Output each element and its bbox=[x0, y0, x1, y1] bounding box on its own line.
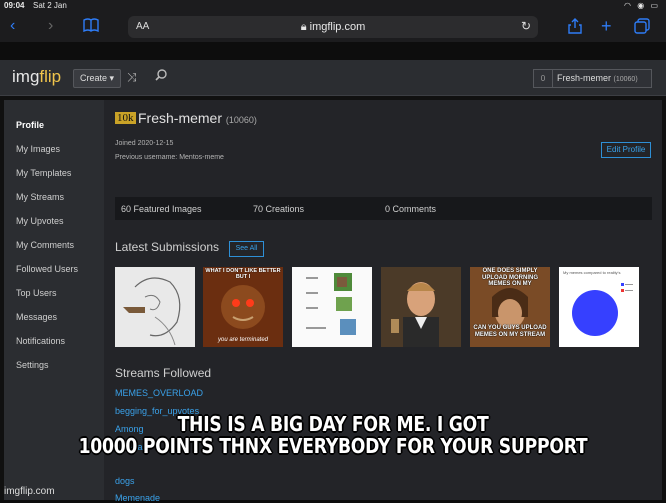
header-user-points: (10060) bbox=[613, 76, 638, 83]
profile-username: Fresh-memer (10060) bbox=[138, 110, 257, 126]
sidebar-item-my-upvotes[interactable]: My Upvotes bbox=[16, 216, 64, 226]
url-value: imgflip.com bbox=[309, 21, 366, 33]
bookmarks-icon[interactable] bbox=[83, 18, 99, 36]
meme-caption-line-2: 10000 POINTS THNX EVERYBODY FOR YOUR SUP… bbox=[78, 434, 588, 458]
header-username: Fresh-memer bbox=[557, 73, 612, 83]
user-menu-name: Fresh-memer (10060) bbox=[557, 73, 638, 83]
status-time: 09:04 bbox=[4, 1, 25, 10]
address-bar[interactable]: AA 🔒︎ imgflip.com ↻ bbox=[128, 16, 538, 38]
stream-link[interactable]: MEMES_OVERLOAD bbox=[115, 388, 203, 398]
share-icon[interactable] bbox=[568, 18, 582, 38]
sidebar-item-my-comments[interactable]: My Comments bbox=[16, 240, 74, 250]
comments-count[interactable]: 0 Comments bbox=[385, 204, 436, 214]
profile-points: (10060) bbox=[225, 115, 257, 125]
sidebar-item-notifications[interactable]: Notifications bbox=[16, 336, 65, 346]
profile-username-text: Fresh-memer bbox=[138, 110, 223, 126]
notification-count[interactable]: 0 bbox=[534, 70, 553, 87]
forward-icon[interactable]: › bbox=[48, 18, 53, 34]
sidebar-item-followed-users[interactable]: Followed Users bbox=[16, 264, 78, 274]
wifi-battery-icon: ◠ ◉ ▭ bbox=[624, 1, 660, 10]
reload-icon[interactable]: ↻ bbox=[521, 19, 531, 33]
imgflip-watermark: imgflip.com bbox=[4, 486, 55, 497]
edit-profile-button[interactable]: Edit Profile bbox=[601, 142, 651, 158]
previous-username: Previous username: Mentos-meme bbox=[115, 154, 224, 161]
create-button[interactable]: Create ▾ bbox=[73, 69, 121, 88]
rank-badge: 10k bbox=[115, 112, 136, 124]
sidebar-item-my-images[interactable]: My Images bbox=[16, 144, 60, 154]
streams-followed-title: Streams Followed bbox=[115, 366, 212, 380]
site-logo[interactable]: imgflip bbox=[12, 67, 61, 87]
site-header: imgflip Create ▾ ⤨ 0 Fresh-memer (10060) bbox=[0, 60, 666, 96]
search-icon[interactable] bbox=[155, 69, 167, 84]
logo-accent: flip bbox=[39, 67, 62, 86]
tabs-icon[interactable] bbox=[634, 18, 650, 38]
stream-link[interactable]: dogs bbox=[115, 476, 135, 486]
lock-icon: 🔒︎ bbox=[300, 21, 310, 33]
sidebar-item-my-templates[interactable]: My Templates bbox=[16, 168, 71, 178]
user-menu[interactable]: 0 Fresh-memer (10060) bbox=[533, 69, 652, 88]
status-date: Sat 2 Jan bbox=[33, 1, 67, 10]
profile-stats: 60 Featured Images 70 Creations 0 Commen… bbox=[115, 197, 652, 220]
thumb-terminated-bottom: you are terminated bbox=[217, 337, 269, 343]
latest-submissions-title: Latest Submissions bbox=[115, 240, 220, 254]
meme-caption: THIS IS A BIG DAY FOR ME. I GOT 10000 PO… bbox=[47, 413, 620, 457]
sidebar-item-profile[interactable]: Profile bbox=[16, 120, 44, 130]
meme-caption-line-1: THIS IS A BIG DAY FOR ME. I GOT bbox=[177, 412, 489, 436]
sidebar-item-top-users[interactable]: Top Users bbox=[16, 288, 57, 298]
creations-count[interactable]: 70 Creations bbox=[253, 204, 304, 214]
sidebar-item-settings[interactable]: Settings bbox=[16, 360, 49, 370]
thumb-one-does-not-simply-meme[interactable]: ONE DOES SIMPLY UPLOAD MORNING MEMES ON … bbox=[470, 267, 550, 347]
shuffle-icon[interactable]: ⤨ bbox=[127, 70, 137, 85]
thumb-terminated-meme[interactable]: WHAT I DON'T LIKE BETTER BUT I you are t… bbox=[203, 267, 283, 347]
url-text: 🔒︎ imgflip.com bbox=[128, 21, 538, 34]
featured-images-count[interactable]: 60 Featured Images bbox=[121, 204, 202, 214]
thumb-minecraft-chart-meme[interactable] bbox=[292, 267, 372, 347]
joined-date: Joined 2020-12-15 bbox=[115, 140, 174, 147]
thumb-pie-chart-meme[interactable]: My memes compared to reality's bbox=[559, 267, 639, 347]
thumb-terminated-top: WHAT I DON'T LIKE BETTER BUT I bbox=[205, 268, 281, 280]
back-icon[interactable]: ‹ bbox=[10, 18, 15, 34]
sidebar-item-my-streams[interactable]: My Streams bbox=[16, 192, 64, 202]
see-all-button[interactable]: See All bbox=[229, 241, 264, 257]
new-tab-icon[interactable]: + bbox=[601, 17, 612, 35]
logo-main: img bbox=[12, 67, 40, 86]
thumb-one-does-top: ONE DOES SIMPLY UPLOAD MORNING MEMES ON … bbox=[482, 268, 538, 287]
status-bar: 09:04 Sat 2 Jan ◠ ◉ ▭ bbox=[0, 0, 666, 12]
browser-toolbar: ‹ › AA 🔒︎ imgflip.com ↻ + bbox=[0, 12, 666, 42]
sidebar-item-messages[interactable]: Messages bbox=[16, 312, 57, 322]
toolbar-gap bbox=[0, 42, 666, 60]
thumb-leo-laughing-meme[interactable] bbox=[381, 267, 461, 347]
thumb-sketch-meme[interactable] bbox=[115, 267, 195, 347]
stream-link[interactable]: Memenade bbox=[115, 493, 160, 503]
thumb-one-does-bottom: CAN YOU GUYS UPLOAD MEMES ON MY STREAM bbox=[473, 325, 547, 338]
